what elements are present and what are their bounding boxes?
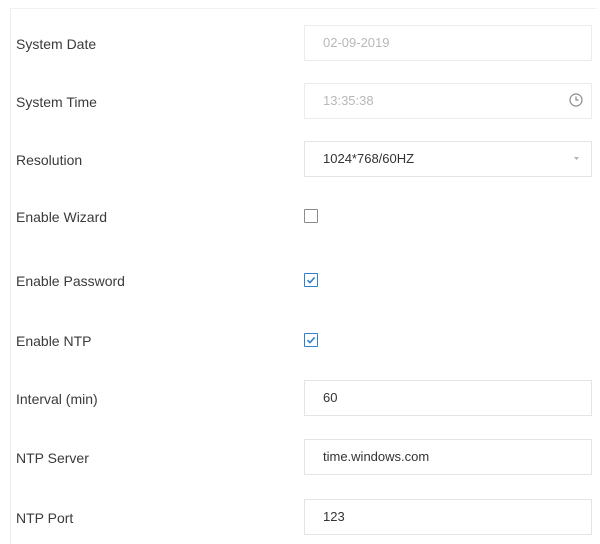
ntp-server-input[interactable]: time.windows.com <box>304 439 592 475</box>
ntp-server-row: NTP Server time.windows.com <box>0 439 600 477</box>
system-time-row: System Time 13:35:38 <box>0 83 600 121</box>
ntp-port-input[interactable]: 123 <box>304 499 592 535</box>
resolution-row: Resolution 1024*768/60HZ <box>0 141 600 179</box>
interval-input[interactable]: 60 <box>304 380 592 416</box>
interval-label: Interval (min) <box>16 391 98 407</box>
system-time-field[interactable]: 13:35:38 <box>304 83 592 119</box>
ntp-port-value: 123 <box>323 509 345 524</box>
checkmark-icon <box>306 276 316 284</box>
ntp-port-label: NTP Port <box>16 510 74 526</box>
resolution-select[interactable]: 1024*768/60HZ <box>304 141 592 177</box>
ntp-server-label: NTP Server <box>16 450 89 466</box>
resolution-label: Resolution <box>16 152 83 168</box>
system-date-label: System Date <box>16 36 97 52</box>
enable-password-row: Enable Password <box>0 262 600 300</box>
enable-password-checkbox[interactable] <box>304 273 318 287</box>
enable-ntp-row: Enable NTP <box>0 322 600 360</box>
ntp-port-row: NTP Port 123 <box>0 499 600 537</box>
interval-value: 60 <box>323 390 338 405</box>
enable-ntp-checkbox[interactable] <box>304 333 318 347</box>
enable-wizard-checkbox[interactable] <box>304 209 318 223</box>
system-time-value: 13:35:38 <box>323 93 374 108</box>
enable-ntp-label: Enable NTP <box>16 333 92 349</box>
resolution-value: 1024*768/60HZ <box>323 151 415 166</box>
system-date-field[interactable]: 02-09-2019 <box>304 25 592 61</box>
checkmark-icon <box>306 336 316 344</box>
clock-icon[interactable] <box>569 93 583 107</box>
chevron-down-icon <box>574 157 579 160</box>
enable-wizard-row: Enable Wizard <box>0 198 600 236</box>
system-date-row: System Date 02-09-2019 <box>0 25 600 63</box>
enable-password-label: Enable Password <box>16 273 125 289</box>
enable-wizard-label: Enable Wizard <box>16 209 108 225</box>
ntp-server-value: time.windows.com <box>323 449 430 464</box>
system-time-label: System Time <box>16 94 97 110</box>
system-date-value: 02-09-2019 <box>323 35 390 50</box>
interval-row: Interval (min) 60 <box>0 380 600 418</box>
